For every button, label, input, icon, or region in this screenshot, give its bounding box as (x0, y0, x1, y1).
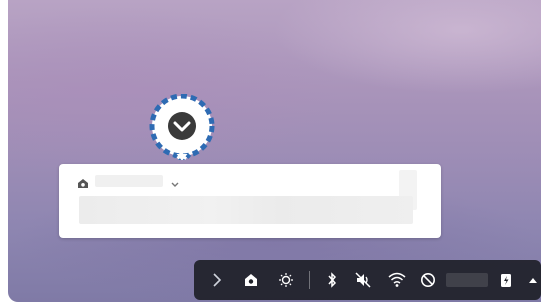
shelf-divider (308, 271, 310, 289)
chevron-down-icon[interactable] (169, 178, 181, 190)
chevron-down-icon (168, 112, 196, 140)
app-name-redacted (95, 175, 163, 187)
notification-header (77, 172, 181, 190)
wifi-icon[interactable] (387, 269, 407, 291)
caret-up-icon[interactable] (526, 269, 541, 291)
volume-mute-icon[interactable] (355, 269, 371, 291)
do-not-disturb-icon[interactable] (419, 269, 436, 291)
home-icon[interactable] (243, 269, 258, 291)
chevron-right-icon[interactable] (208, 269, 225, 291)
clock-redacted (446, 273, 489, 287)
notification-card[interactable] (59, 164, 441, 238)
battery-charging-icon[interactable] (498, 269, 513, 291)
brightness-icon[interactable] (277, 269, 295, 291)
notification-message-redacted (79, 196, 413, 224)
bluetooth-icon[interactable] (326, 269, 339, 291)
home-icon (77, 176, 89, 188)
system-shelf (194, 260, 541, 300)
desktop-wallpaper (8, 0, 541, 302)
expand-callout (144, 93, 220, 168)
